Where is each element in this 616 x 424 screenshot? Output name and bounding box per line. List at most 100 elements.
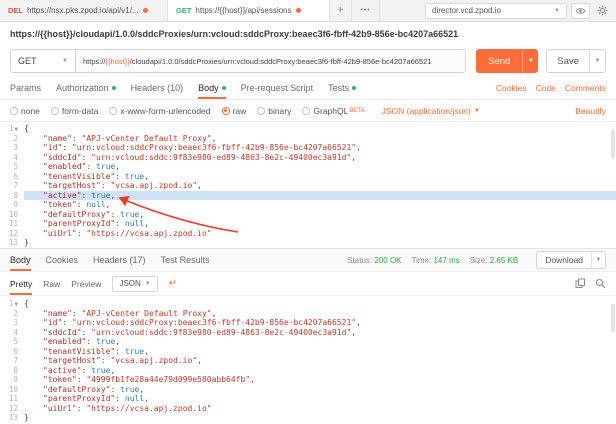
fold-caret-icon[interactable]: ▼ — [14, 301, 18, 308]
save-button[interactable]: Save — [547, 50, 589, 72]
tab-pre-request-script[interactable]: Pre-request Script — [241, 76, 314, 99]
tab-body[interactable]: Body — [198, 76, 226, 99]
request-tab-2-active[interactable]: GET https://{{host}}/api/sessions — [168, 0, 330, 21]
wrap-lines-icon[interactable]: ↵ — [169, 278, 177, 289]
json-token-str: "urn:vcloud:sddc:9f83e980-ed89-4863-8e2c… — [91, 152, 352, 162]
send-button[interactable]: Send — [476, 49, 522, 73]
mode-none[interactable]: none — [10, 106, 40, 116]
response-tab-body[interactable]: Body — [10, 249, 31, 271]
code-content: "active": true, — [24, 190, 616, 200]
json-token-key: "defaultProxy" — [43, 209, 111, 219]
code-line-8[interactable]: 8 "active": true, — [0, 190, 616, 200]
json-token-bool: true — [120, 384, 140, 394]
environment-selector[interactable]: director.vcd.zpod.io ▼ — [425, 2, 567, 19]
code-line-11[interactable]: 11 "parentProxyId": null, — [0, 219, 616, 229]
json-token-key: "tenantVisible" — [43, 346, 116, 356]
request-tabs: Params Authorization Headers (10) Body P… — [0, 76, 616, 100]
cookies-link[interactable]: Cookies — [496, 83, 527, 93]
tab-authorization[interactable]: Authorization — [56, 76, 116, 99]
json-token-key: "name" — [43, 308, 72, 318]
scrollbar-thumb[interactable] — [611, 304, 615, 332]
response-status-line: Status: 200 OK Time: 147 ms Size: 2.65 K… — [347, 251, 606, 269]
search-icon[interactable] — [595, 278, 606, 289]
line-number: 7 — [13, 356, 18, 365]
method-selector[interactable]: GET ▼ — [10, 49, 76, 73]
url-variable: {{host}} — [105, 56, 130, 66]
mode-graphql[interactable]: GraphQL BETA — [302, 106, 365, 116]
json-token-p: , — [250, 375, 255, 384]
mode-x-www-form-urlencoded[interactable]: x-www-form-urlencoded — [109, 106, 211, 116]
new-tab-button[interactable]: + — [330, 0, 352, 21]
request-links: Cookies Code Comments — [496, 83, 606, 93]
copy-icon[interactable] — [575, 278, 586, 289]
code-line-11: 11 "parentProxyId": null, — [0, 394, 616, 404]
line-number: 12 — [8, 228, 18, 238]
request-tab-1[interactable]: DEL https://nsx.pks.zpod.io/api/v1/... — [0, 0, 168, 21]
code-line-5: 5 "enabled": true, — [0, 337, 616, 347]
mode-form-data[interactable]: form-data — [50, 106, 98, 116]
comments-link[interactable]: Comments — [565, 83, 606, 93]
url-text: https://{{host}}/cloudapi/1.0.0/sddcProx… — [83, 56, 432, 66]
code-line-5[interactable]: 5 "enabled": true, — [0, 162, 616, 172]
code-line-6: 6 "tenantVisible": true, — [0, 347, 616, 357]
code-content: "defaultProxy": true, — [24, 385, 616, 395]
mode-binary[interactable]: binary — [257, 106, 291, 116]
response-language-selector[interactable]: JSON ▼ — [112, 275, 158, 292]
scrollbar-thumb[interactable] — [611, 130, 615, 158]
code-line-3[interactable]: 3 "id": "urn:vcloud:sddcProxy:beaec3f6-fb… — [0, 143, 616, 153]
response-tab-cookies[interactable]: Cookies — [46, 249, 79, 271]
code-line-6[interactable]: 6 "tenantVisible": true, — [0, 172, 616, 182]
tab-params[interactable]: Params — [10, 76, 41, 99]
json-token-key: "parentProxyId" — [43, 394, 116, 403]
code-content: "active": true, — [24, 366, 616, 376]
code-line-13[interactable]: 13} — [0, 238, 616, 248]
code-line-8: 8 "active": true, — [0, 366, 616, 376]
view-tab-preview[interactable]: Preview — [71, 272, 101, 295]
tab-headers[interactable]: Headers (10) — [131, 76, 184, 99]
json-token-p: , — [211, 133, 217, 143]
line-number: 7 — [13, 181, 18, 190]
code-content: "parentProxyId": null, — [24, 394, 616, 404]
code-line-1[interactable]: 1▼ { — [0, 124, 616, 134]
settings-button[interactable] — [594, 5, 610, 16]
code-line-2[interactable]: 2 "name": "APJ-vCenter Default Proxy", — [0, 134, 616, 144]
code-line-12[interactable]: 12 "uiUrl": "https://vcsa.apj.zpod.io" — [0, 229, 616, 239]
fold-caret-icon[interactable]: ▼ — [14, 126, 18, 133]
json-token-key: "tenantVisible" — [43, 171, 116, 181]
request-body-editor[interactable]: 1▼ {2 "name": "APJ-vCenter Default Proxy",… — [0, 122, 616, 248]
code-line-4[interactable]: 4 "sddcId": "urn:vcloud:sddc:9f83e980-ed8… — [0, 153, 616, 163]
send-options-button[interactable]: ▼ — [522, 49, 538, 73]
response-toolbar-icons — [575, 278, 606, 289]
url-input[interactable]: https://{{host}}/cloudapi/1.0.0/sddcProx… — [76, 49, 467, 73]
json-token-bool: true — [124, 346, 145, 356]
code-line-1: 1▼ { — [0, 299, 616, 309]
beautify-link[interactable]: Beautify — [575, 106, 606, 116]
line-number: 1▼ — [8, 299, 18, 308]
method-label-get: GET — [176, 6, 192, 15]
response-tab-test-results[interactable]: Test Results — [161, 249, 210, 271]
json-token-str: "APJ-vCenter Default Proxy" — [81, 308, 212, 318]
download-options-button[interactable]: ▼ — [591, 252, 605, 268]
code-line-7[interactable]: 7 "targetHost": "vcsa.apj.zpod.io", — [0, 181, 616, 191]
eye-icon — [575, 7, 586, 14]
json-token-p: , — [115, 162, 121, 171]
environment-quicklook-button[interactable] — [571, 2, 590, 19]
json-token-p: : — [62, 318, 72, 327]
download-button[interactable]: Download — [537, 252, 591, 268]
mode-raw[interactable]: raw — [221, 106, 246, 116]
view-tab-pretty[interactable]: Pretty — [10, 272, 33, 295]
code-line-9[interactable]: 9 "token": null, — [0, 200, 616, 210]
radio-icon — [10, 106, 18, 115]
json-token-key: "token" — [43, 375, 77, 384]
response-tab-headers[interactable]: Headers (17) — [93, 249, 146, 271]
save-options-button[interactable]: ▼ — [589, 50, 605, 72]
tab-options-button[interactable]: ••• — [352, 0, 380, 21]
code-content: "targetHost": "vcsa.apj.zpod.io", — [24, 356, 616, 366]
view-tab-raw[interactable]: Raw — [43, 272, 60, 295]
code-line-10[interactable]: 10 "defaultProxy": true, — [0, 210, 616, 220]
json-token-p: , — [356, 143, 361, 152]
content-type-selector[interactable]: JSON (application/json) ▼ — [382, 106, 480, 116]
tab-tests[interactable]: Tests — [328, 76, 357, 99]
code-link[interactable]: Code — [536, 83, 556, 93]
json-token-p: : — [76, 403, 87, 413]
